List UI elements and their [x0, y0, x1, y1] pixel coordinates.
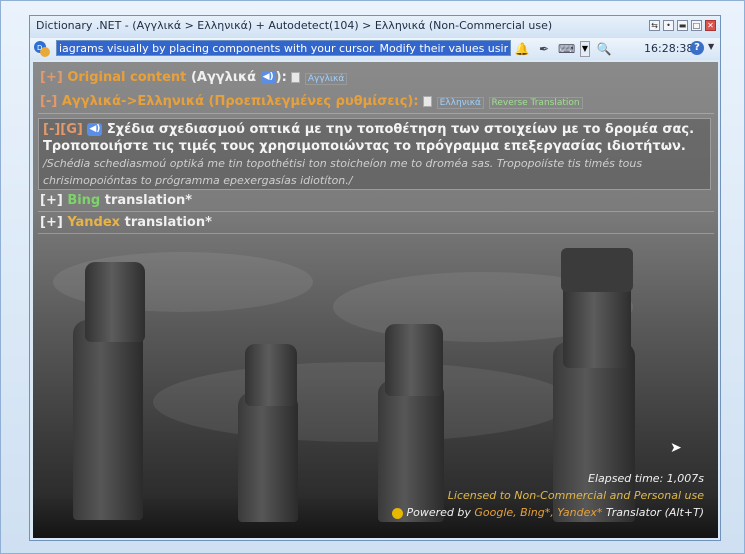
google-translation-box: [-][G] ◀) Σχέδια σχεδιασμού οπτικά με τη… [38, 118, 711, 190]
help-chevron-icon[interactable]: ▼ [708, 42, 714, 51]
powered-suffix: Translator (Alt+T) [605, 506, 704, 519]
language-link[interactable]: Αγγλικά [304, 73, 348, 85]
powered-engines[interactable]: Google, Bing*, Yandex* [474, 506, 602, 519]
bing-row[interactable]: [+] Bing translation* [40, 193, 192, 208]
maximize-button[interactable]: □ [691, 20, 702, 31]
search-input[interactable] [56, 40, 511, 56]
yandex-suffix: translation* [124, 215, 212, 230]
document-icon[interactable] [291, 72, 301, 83]
speaker-icon[interactable]: ◀) [87, 123, 103, 136]
window-controls: ⇆ • ▬ □ ✕ [649, 20, 716, 31]
language-link[interactable]: Ελληνικά [436, 97, 484, 109]
google-toggle[interactable]: [-][G] [43, 122, 83, 137]
moai-head [563, 280, 631, 368]
translator-icon [391, 507, 403, 519]
results-panel[interactable]: [+] Original content (Αγγλικά ◀)): Αγγλι… [33, 62, 718, 538]
google-translation[interactable]: [-][G] ◀) Σχέδια σχεδιασμού οπτικά με τη… [43, 121, 709, 189]
svg-text:D: D [37, 44, 42, 52]
bing-suffix: translation* [104, 193, 193, 208]
pin-icon[interactable]: • [663, 20, 674, 31]
moai-head [385, 324, 443, 396]
yandex-label: Yandex [67, 215, 121, 230]
speaker-icon[interactable]: ◀) [260, 71, 276, 84]
title-bar[interactable]: Dictionary .NET - (Αγγλικά > Ελληνικά) +… [30, 16, 720, 38]
pen-icon[interactable]: ✒ [536, 41, 552, 57]
elapsed-time: Elapsed time: 1,007s [588, 472, 704, 485]
divider [38, 233, 714, 234]
translated-text: Σχέδια σχεδιασμού οπτικά με την τοποθέτη… [43, 122, 695, 154]
swap-icon[interactable]: ⇆ [649, 20, 660, 31]
moai-statue [238, 392, 298, 522]
section-title: Αγγλικά->Ελληνικά [61, 94, 205, 109]
moai-head [85, 262, 145, 342]
moai-topknot [561, 248, 633, 292]
bing-label: Bing [67, 193, 101, 208]
language-label: (Αγγλικά [190, 70, 257, 85]
minimize-button[interactable]: ▬ [677, 20, 688, 31]
chevron-down-icon[interactable]: ▼ [580, 41, 590, 57]
expand-toggle[interactable]: [+] [40, 215, 63, 230]
yandex-row[interactable]: [+] Yandex translation* [40, 215, 212, 230]
window-title: Dictionary .NET - (Αγγλικά > Ελληνικά) +… [36, 19, 553, 32]
powered-by: Powered by Google, Bing*, Yandex* Transl… [391, 506, 704, 519]
document-icon[interactable] [423, 96, 433, 107]
help-icon[interactable]: ? [690, 41, 704, 55]
powered-prefix: Powered by [406, 506, 471, 519]
toolbar-icons: 🔔 ✒ ⌨ ▼ 🔍 [514, 41, 612, 57]
search-icon[interactable]: 🔍 [596, 41, 612, 57]
close-button[interactable]: ✕ [705, 20, 716, 31]
reverse-translation-link[interactable]: Reverse Translation [488, 97, 583, 109]
divider [38, 211, 714, 212]
bell-icon[interactable]: 🔔 [514, 41, 530, 57]
settings-label: (Προεπιλεγμένες ρυθμίσεις): [208, 94, 419, 109]
cloud [153, 362, 573, 442]
app-logo-icon[interactable]: D [33, 40, 51, 58]
toolbar: D 🔔 ✒ ⌨ ▼ 🔍 16:28:38 ? ▼ [30, 38, 720, 60]
transliteration: /Schédia schediasmoú optiká me tin topot… [43, 157, 643, 187]
desktop-frame: Dictionary .NET - (Αγγλικά > Ελληνικά) +… [0, 0, 745, 554]
moai-statue [73, 320, 143, 520]
section-title: Original content [67, 70, 187, 85]
mouse-cursor-icon: ➤ [670, 440, 682, 456]
close-paren: ): [275, 70, 287, 85]
keyboard-icon[interactable]: ⌨ [558, 41, 575, 57]
license-text: Licensed to Non-Commercial and Personal … [447, 489, 704, 502]
expand-toggle[interactable]: [+] [40, 70, 63, 85]
app-window: Dictionary .NET - (Αγγλικά > Ελληνικά) +… [29, 15, 721, 541]
expand-toggle[interactable]: [+] [40, 193, 63, 208]
auto-translation-row[interactable]: [-] Αγγλικά->Ελληνικά (Προεπιλεγμένες ρυ… [40, 94, 583, 109]
original-content-row[interactable]: [+] Original content (Αγγλικά ◀)): Αγγλι… [40, 70, 348, 85]
moai-head [245, 344, 297, 406]
moai-statue [378, 380, 444, 522]
collapse-toggle[interactable]: [-] [40, 94, 57, 109]
clock: 16:28:38 [644, 42, 694, 55]
divider [38, 113, 714, 114]
